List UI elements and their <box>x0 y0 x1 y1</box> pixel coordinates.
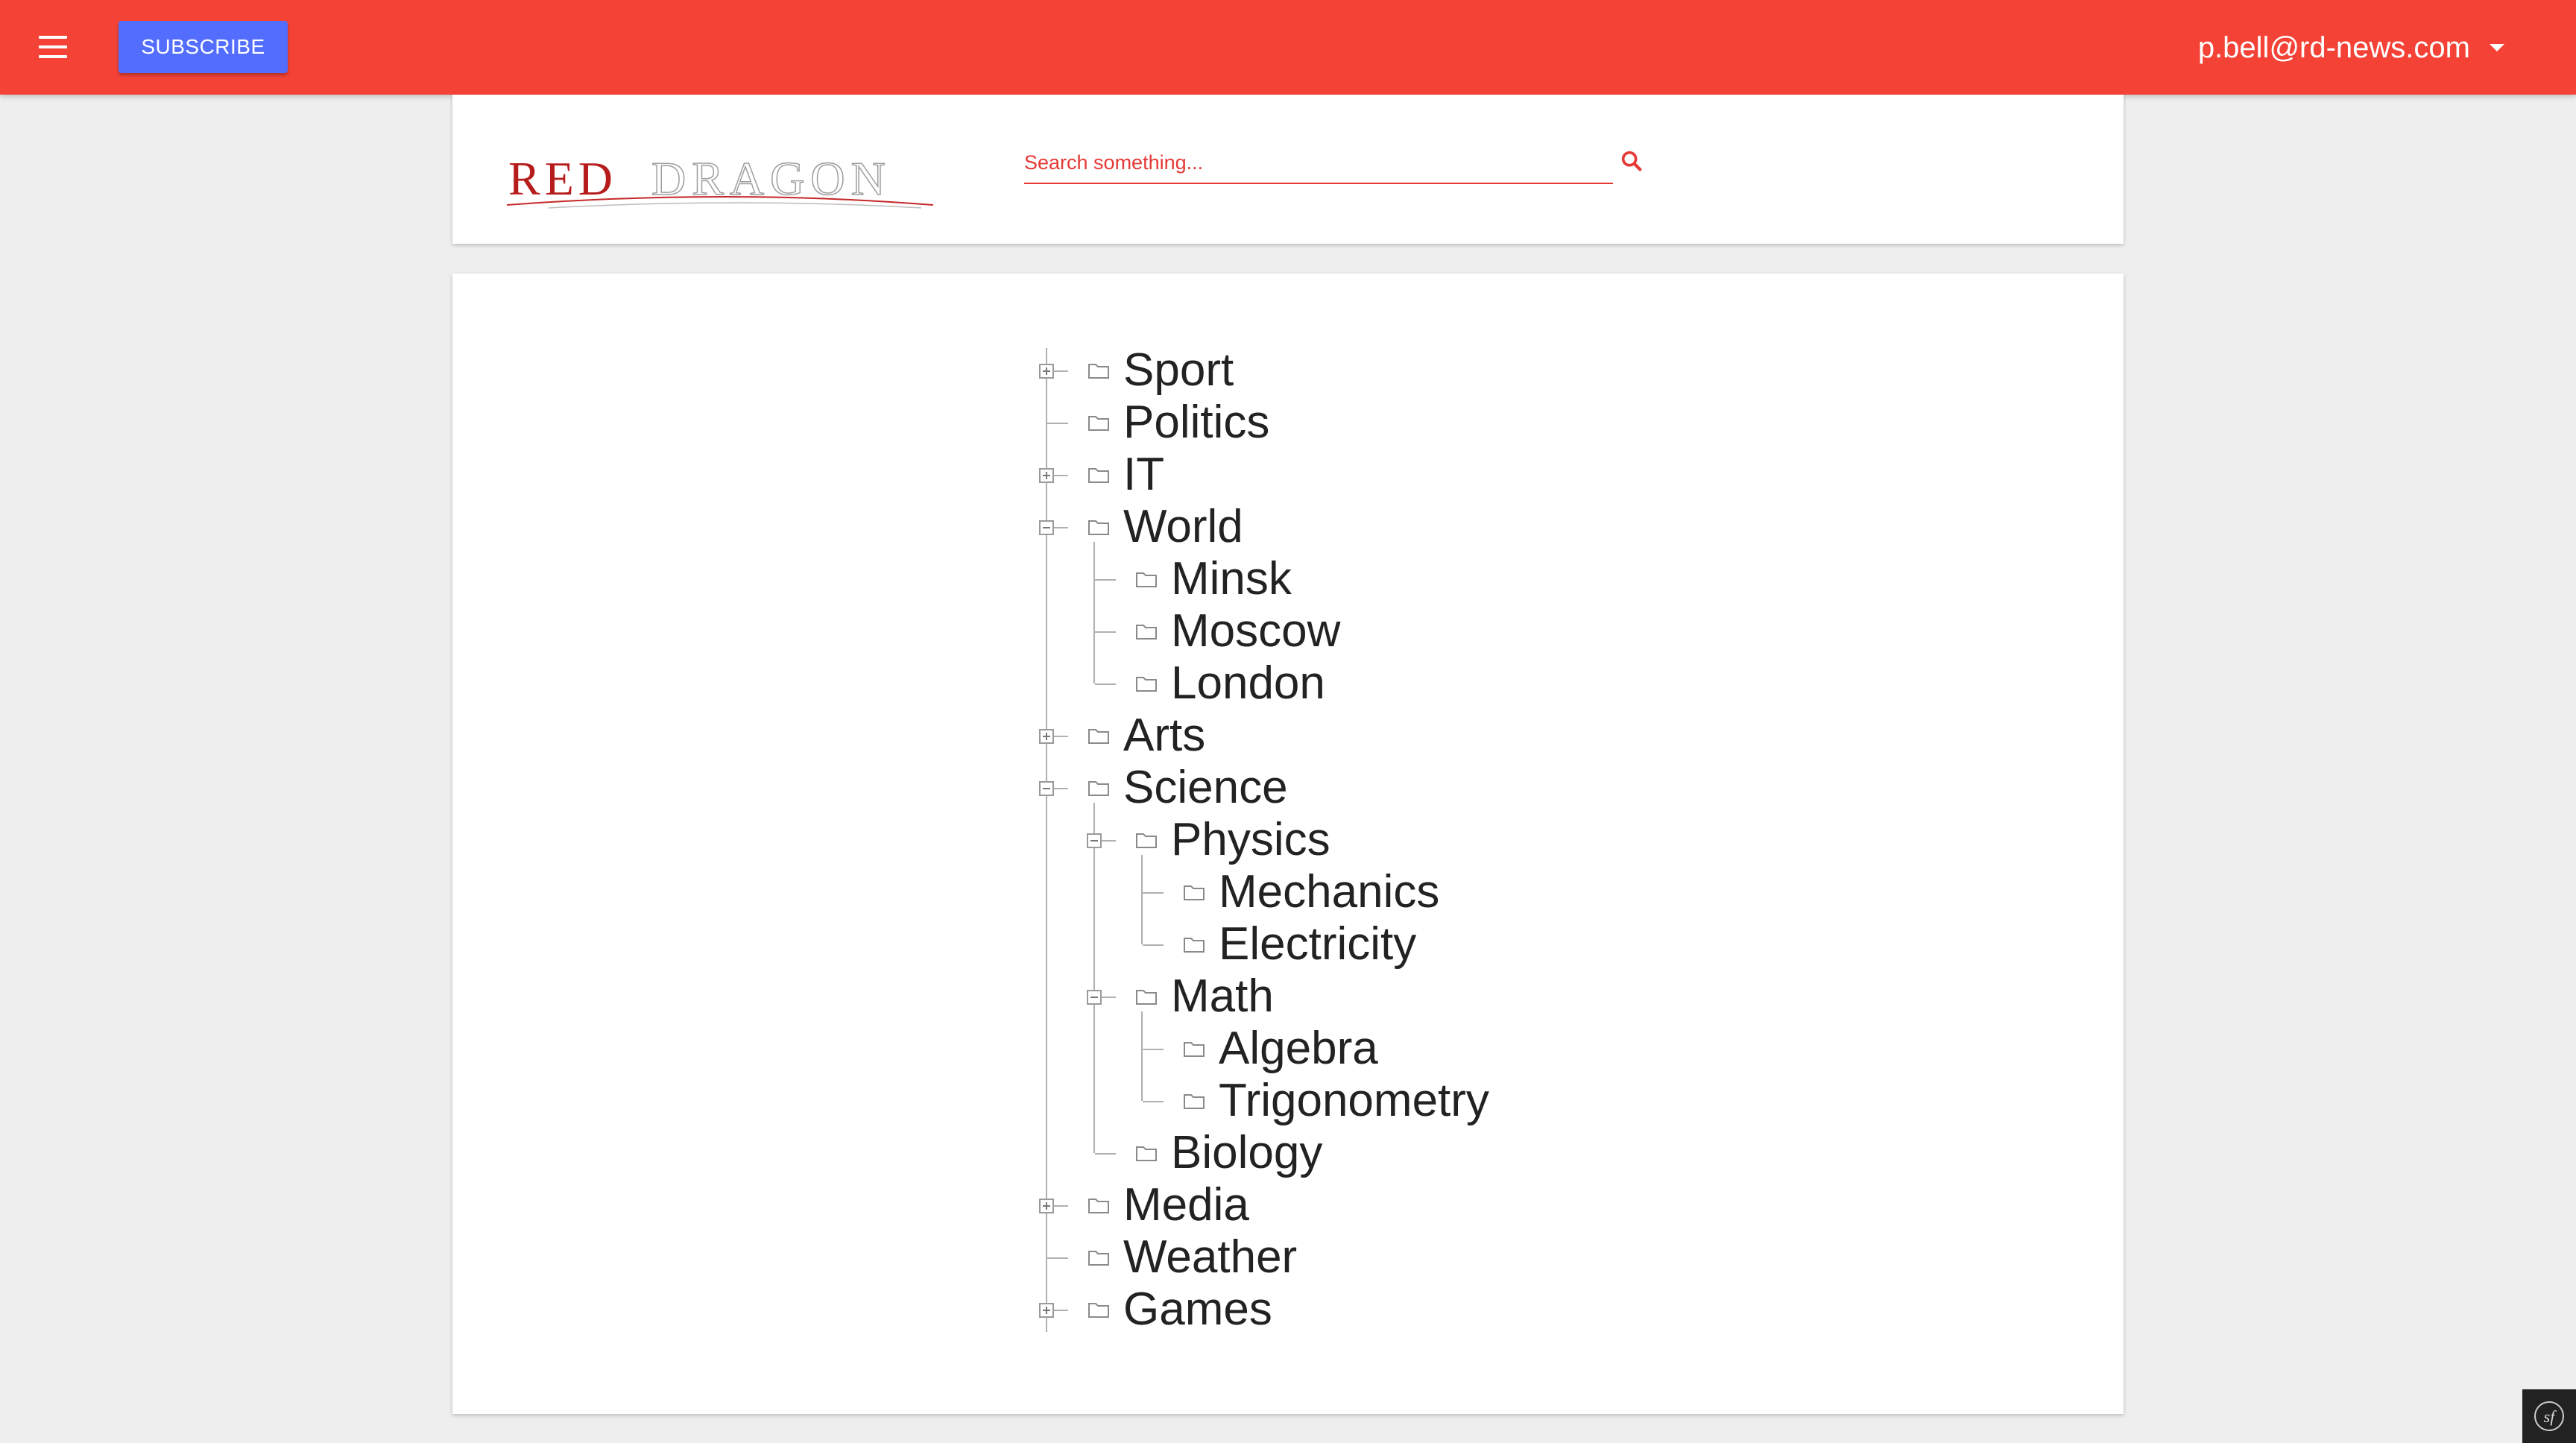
red-dragon-logo[interactable]: RED DRAGON <box>504 138 936 212</box>
category-tree: Sport Politics IT World Minsk Moscow London Art… <box>452 274 2124 1414</box>
expand-icon[interactable] <box>1039 364 1054 379</box>
folder-icon <box>1087 727 1110 745</box>
tree-node-label[interactable]: Minsk <box>1171 553 1292 605</box>
folder-icon <box>1135 831 1158 849</box>
folder-icon <box>1135 570 1158 588</box>
tree-node-games[interactable]: Games <box>452 1283 2124 1336</box>
tree-node-label[interactable]: Biology <box>1171 1127 1322 1179</box>
collapse-icon[interactable] <box>1039 520 1054 535</box>
expand-icon[interactable] <box>1039 1199 1054 1213</box>
tree-node-label[interactable]: Mechanics <box>1219 866 1439 918</box>
tree-node-label[interactable]: Math <box>1171 970 1274 1023</box>
folder-icon <box>1087 414 1110 432</box>
tree-node-label[interactable]: London <box>1171 657 1325 710</box>
tree-node-trigonometry[interactable]: Trigonometry <box>452 1075 2124 1127</box>
symfony-toolbar-badge[interactable]: sf <box>2522 1389 2576 1443</box>
tree-node-label[interactable]: IT <box>1123 449 1164 501</box>
search-icon[interactable] <box>1619 148 1644 174</box>
tree-node-label[interactable]: Moscow <box>1171 605 1340 657</box>
folder-icon <box>1135 988 1158 1005</box>
svg-text:sf: sf <box>2544 1407 2557 1426</box>
tree-node-london[interactable]: London <box>452 657 2124 710</box>
folder-icon <box>1183 883 1205 901</box>
tree-node-algebra[interactable]: Algebra <box>452 1023 2124 1075</box>
folder-icon <box>1087 779 1110 797</box>
folder-icon <box>1087 1248 1110 1266</box>
tree-node-physics[interactable]: Physics <box>452 814 2124 866</box>
expand-icon[interactable] <box>1039 1303 1054 1318</box>
tree-node-science[interactable]: Science <box>452 762 2124 814</box>
search-field[interactable] <box>1024 144 1613 184</box>
tree-node-label[interactable]: Arts <box>1123 710 1205 762</box>
logo-red-text: RED <box>508 152 617 205</box>
tree-node-mechanics[interactable]: Mechanics <box>452 866 2124 918</box>
folder-icon <box>1183 1040 1205 1058</box>
collapse-icon[interactable] <box>1087 833 1102 848</box>
symfony-icon: sf <box>2534 1401 2564 1431</box>
folder-icon <box>1135 1144 1158 1162</box>
category-tree-card: Sport Politics IT World Minsk Moscow London Art… <box>452 274 2124 1414</box>
hamburger-menu-icon[interactable] <box>33 31 75 63</box>
header-card: RED DRAGON <box>452 95 2124 244</box>
tree-node-minsk[interactable]: Minsk <box>452 553 2124 605</box>
tree-node-moscow[interactable]: Moscow <box>452 605 2124 657</box>
user-email: p.bell@rd-news.com <box>2197 31 2470 64</box>
top-app-bar: SUBSCRIBE p.bell@rd-news.com <box>0 0 2576 95</box>
folder-icon <box>1183 935 1205 953</box>
tree-node-it[interactable]: IT <box>452 449 2124 501</box>
folder-icon <box>1135 675 1158 692</box>
tree-node-media[interactable]: Media <box>452 1179 2124 1231</box>
tree-node-label[interactable]: Sport <box>1123 344 1234 397</box>
tree-node-label[interactable]: Physics <box>1171 814 1330 866</box>
folder-icon <box>1183 1092 1205 1110</box>
collapse-icon[interactable] <box>1087 990 1102 1005</box>
tree-node-label[interactable]: Politics <box>1123 397 1269 449</box>
tree-node-label[interactable]: World <box>1123 501 1243 553</box>
subscribe-button[interactable]: SUBSCRIBE <box>119 21 288 73</box>
tree-node-label[interactable]: Media <box>1123 1179 1249 1231</box>
folder-icon <box>1087 466 1110 484</box>
folder-icon <box>1087 1196 1110 1214</box>
tree-node-label[interactable]: Algebra <box>1219 1023 1378 1075</box>
tree-node-world[interactable]: World <box>452 501 2124 553</box>
folder-icon <box>1087 1301 1110 1319</box>
tree-node-arts[interactable]: Arts <box>452 710 2124 762</box>
folder-icon <box>1135 622 1158 640</box>
tree-node-biology[interactable]: Biology <box>452 1127 2124 1179</box>
tree-node-politics[interactable]: Politics <box>452 397 2124 449</box>
tree-node-label[interactable]: Trigonometry <box>1219 1075 1489 1127</box>
tree-node-label[interactable]: Science <box>1123 762 1288 814</box>
tree-node-electricity[interactable]: Electricity <box>452 918 2124 970</box>
tree-node-sport[interactable]: Sport <box>452 344 2124 397</box>
user-account-menu[interactable]: p.bell@rd-news.com <box>2198 27 2504 69</box>
caret-down-icon <box>2490 44 2504 51</box>
collapse-icon[interactable] <box>1039 781 1054 796</box>
search-input[interactable] <box>1024 144 1576 181</box>
tree-node-math[interactable]: Math <box>452 970 2124 1023</box>
tree-node-label[interactable]: Weather <box>1123 1231 1297 1283</box>
expand-icon[interactable] <box>1039 729 1054 744</box>
tree-node-label[interactable]: Games <box>1123 1283 1272 1336</box>
folder-icon <box>1087 518 1110 536</box>
folder-icon <box>1087 361 1110 379</box>
expand-icon[interactable] <box>1039 468 1054 483</box>
tree-node-label[interactable]: Electricity <box>1219 918 1416 970</box>
tree-node-weather[interactable]: Weather <box>452 1231 2124 1283</box>
